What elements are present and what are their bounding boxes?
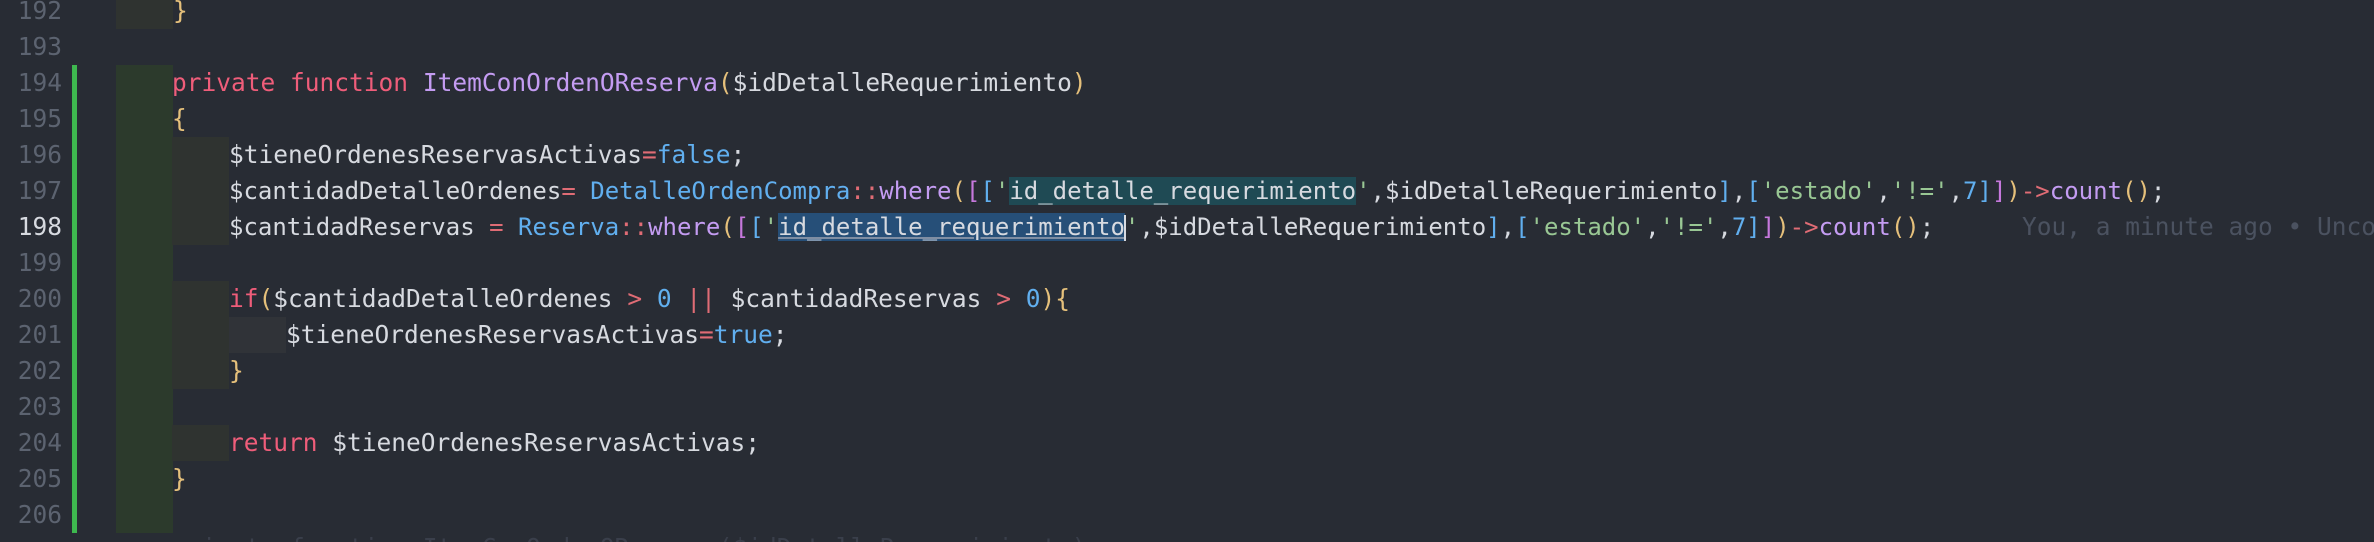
method-call: count (2049, 177, 2122, 205)
code-line[interactable]: 206 (0, 497, 2374, 533)
line-number: 199 (17, 248, 62, 277)
class-name: Reserva (518, 213, 620, 241)
code-editor[interactable]: 192 } 193 194 private function ItemConOr… (0, 0, 2374, 542)
variable: $cantidadDetalleOrdenes (229, 177, 562, 205)
boolean-literal: false (656, 140, 731, 169)
indent-guide (116, 425, 173, 461)
code-line[interactable]: 200 if($cantidadDetalleOrdenes > 0 || $c… (0, 281, 2374, 317)
line-number: 198 (17, 212, 62, 241)
class-name: DetalleOrdenCompra (590, 177, 851, 205)
git-added-marker (72, 281, 77, 317)
line-number: 200 (17, 284, 62, 313)
variable: $tieneOrdenesReservasActivas (229, 140, 643, 169)
indent-guide (172, 137, 229, 173)
line-number: 203 (17, 392, 62, 421)
line-number: 195 (17, 104, 62, 133)
line-number: 196 (17, 140, 62, 169)
line-number: 192 (17, 0, 62, 25)
code-line[interactable]: 204 return $tieneOrdenesReservasActivas; (0, 425, 2374, 461)
git-added-marker (72, 317, 77, 353)
variable: $cantidadReservas (229, 213, 475, 241)
code-line-partial: private function ItemConOrdenOReserva($i… (0, 530, 2374, 542)
line-number: 204 (17, 428, 62, 457)
parameter: $idDetalleRequerimiento (732, 68, 1072, 97)
indent-guide (172, 317, 229, 353)
code-line[interactable]: 196 $tieneOrdenesReservasActivas=false; (0, 137, 2374, 173)
method-call: count (1818, 213, 1891, 241)
git-added-marker (72, 425, 77, 461)
git-added-marker (72, 137, 77, 173)
indent-guide (172, 425, 229, 461)
code-line[interactable]: 202 } (0, 353, 2374, 389)
indent-guide (116, 245, 173, 281)
method-name: where (648, 213, 721, 241)
indent-guide (116, 497, 173, 533)
code-line[interactable]: 205 } (0, 461, 2374, 497)
function-name: ItemConOrdenOReserva (422, 68, 718, 97)
indent-guide (116, 173, 173, 209)
indent-guide (116, 353, 173, 389)
line-number: 206 (17, 500, 62, 529)
git-blame-annotation[interactable]: You, a minute ago • Unco (2022, 209, 2374, 245)
keyword-function: function (290, 68, 409, 97)
code-line[interactable]: 194 private function ItemConOrdenOReserv… (0, 65, 2374, 101)
indent-guide (116, 101, 173, 137)
parameter: $idDetalleRequerimiento (1153, 213, 1487, 241)
line-number: 201 (17, 320, 62, 349)
method-name: where (879, 177, 952, 205)
text-selection: id_detalle_requerimiento (778, 213, 1125, 241)
indent-guide (116, 209, 173, 245)
git-added-marker (72, 497, 77, 533)
search-highlight: id_detalle_requerimiento (1009, 177, 1357, 205)
git-added-marker (72, 173, 77, 209)
code-line[interactable]: 203 (0, 389, 2374, 425)
code-line[interactable]: 192 } (0, 0, 2374, 29)
git-added-marker (72, 389, 77, 425)
indent-guide (172, 173, 229, 209)
git-added-marker (72, 65, 77, 101)
indent-guide (116, 389, 173, 425)
line-number: 205 (17, 464, 62, 493)
code-line[interactable]: 193 (0, 29, 2374, 65)
line-number: 194 (17, 68, 62, 97)
indent-guide (116, 317, 173, 353)
indent-guide (229, 317, 286, 353)
indent-guide (116, 137, 173, 173)
indent-guide (172, 281, 229, 317)
parameter: $idDetalleRequerimiento (1385, 177, 1718, 205)
indent-guide (172, 209, 229, 245)
indent-guide (172, 353, 229, 389)
code-line[interactable]: 201 $tieneOrdenesReservasActivas=true; (0, 317, 2374, 353)
opening-brace: { (172, 104, 187, 133)
closing-brace: } (173, 0, 188, 25)
keyword-private: private (172, 68, 276, 97)
git-added-marker (72, 245, 77, 281)
keyword-if: if (229, 284, 259, 313)
line-number: 193 (17, 32, 62, 61)
git-added-marker (72, 101, 77, 137)
code-line[interactable]: 197 $cantidadDetalleOrdenes= DetalleOrde… (0, 173, 2374, 209)
code-line[interactable]: 199 (0, 245, 2374, 281)
indent-guide (116, 0, 173, 29)
indent-guide (116, 281, 173, 317)
code-line[interactable]: 195 { (0, 101, 2374, 137)
git-added-marker (72, 461, 77, 497)
code-line-current[interactable]: 198 $cantidadReservas = Reserva::where([… (0, 209, 2374, 245)
line-number: 197 (17, 176, 62, 205)
line-number: 202 (17, 356, 62, 385)
keyword-return: return (229, 428, 318, 457)
indent-guide (116, 461, 173, 497)
git-added-marker (72, 353, 77, 389)
git-added-marker (72, 209, 77, 245)
indent-guide (116, 65, 173, 101)
